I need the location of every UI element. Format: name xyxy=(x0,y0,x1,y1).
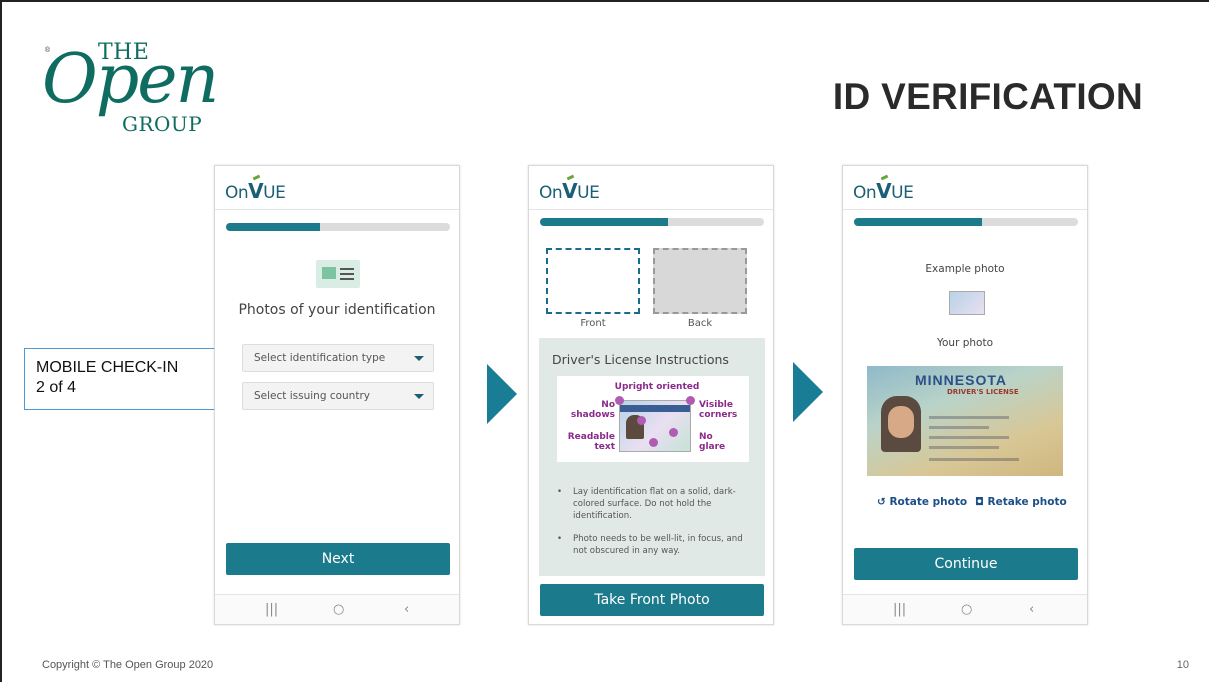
take-front-photo-button[interactable]: Take Front Photo xyxy=(540,584,764,616)
side-label-line1: MOBILE CHECK-IN xyxy=(36,359,179,376)
your-photo-label: Your photo xyxy=(936,337,994,349)
home-icon[interactable]: ○ xyxy=(333,602,344,617)
back-icon[interactable]: ‹ xyxy=(404,602,409,617)
back-label: Back xyxy=(687,318,713,329)
phone-screen-2: OnVUE Front Back Driver's License Instru… xyxy=(528,165,774,625)
progress-fill xyxy=(226,223,321,231)
instruction-item: Lay identification flat on a solid, dark… xyxy=(553,486,751,522)
android-nav-bar: ||| ○ ‹ xyxy=(215,594,459,624)
diagram-label-readable-text: Readable text xyxy=(567,432,615,452)
progress-fill xyxy=(540,218,668,226)
copyright-footer: Copyright © The Open Group 2020 xyxy=(42,659,214,671)
onvue-logo: OnVUE xyxy=(225,179,286,203)
diagram-label-no-glare: No glare xyxy=(699,432,726,452)
app-header: OnVUE xyxy=(215,166,459,210)
app-header: OnVUE xyxy=(843,166,1087,210)
marker-dot xyxy=(615,396,624,405)
recent-apps-icon[interactable]: ||| xyxy=(265,602,278,617)
marker-dot xyxy=(686,396,695,405)
continue-button[interactable]: Continue xyxy=(854,548,1078,580)
open-group-logo: ® Open THE GROUP xyxy=(40,38,230,143)
issuing-country-select[interactable]: Select issuing country xyxy=(242,382,434,410)
app-header: OnVUE xyxy=(529,166,773,210)
android-nav-bar: ||| ○ ‹ xyxy=(843,594,1087,624)
select-value: Select issuing country xyxy=(254,390,370,402)
camera-icon: ◘ xyxy=(975,496,984,508)
back-icon[interactable]: ‹ xyxy=(1029,602,1034,617)
recent-apps-icon[interactable]: ||| xyxy=(893,602,906,617)
progress-bar xyxy=(540,218,764,226)
instructions-panel: Driver's License Instructions Upright or… xyxy=(539,338,765,576)
instruction-list: Lay identification flat on a solid, dark… xyxy=(553,486,751,568)
marker-dot xyxy=(669,428,678,437)
mobile-checkin-label: MOBILE CHECK-IN 2 of 4 xyxy=(24,348,216,410)
screen-title: Photos of your identification xyxy=(238,302,436,318)
id-card-icon xyxy=(316,260,360,288)
onvue-logo: OnVUE xyxy=(853,179,914,203)
progress-bar xyxy=(854,218,1078,226)
marker-dot xyxy=(649,438,658,447)
captured-license-photo: MINNESOTA DRIVER'S LICENSE xyxy=(867,366,1063,476)
phone-screen-3: OnVUE Example photo Your photo MINNESOTA… xyxy=(842,165,1088,625)
diagram-label-upright: Upright oriented xyxy=(614,382,700,392)
chevron-down-icon xyxy=(414,356,424,361)
select-value: Select identification type xyxy=(254,352,386,364)
front-photo-slot[interactable] xyxy=(546,248,640,314)
slide: ® Open THE GROUP ID VERIFICATION MOBILE … xyxy=(0,0,1209,682)
instruction-item: Photo needs to be well-lit, in focus, an… xyxy=(553,533,751,557)
rotate-icon: ↺ xyxy=(877,496,886,508)
example-photo-label: Example photo xyxy=(925,263,1005,275)
side-label-line2: 2 of 4 xyxy=(36,379,77,396)
instructions-title: Driver's License Instructions xyxy=(552,352,729,367)
back-photo-slot[interactable] xyxy=(653,248,747,314)
onvue-logo: OnVUE xyxy=(539,179,600,203)
license-diagram: Upright oriented No shadows Visible corner… xyxy=(557,376,749,462)
next-button[interactable]: Next xyxy=(226,543,450,575)
license-state-text: MINNESOTA xyxy=(915,372,1007,388)
rotate-photo-button[interactable]: ↺ Rotate photo xyxy=(877,496,967,508)
slide-title: ID VERIFICATION xyxy=(832,76,1143,117)
progress-bar xyxy=(226,223,450,231)
phone-screen-1: OnVUE Photos of your identification Sele… xyxy=(214,165,460,625)
arrow-right-icon xyxy=(487,364,517,424)
front-label: Front xyxy=(580,318,606,329)
progress-fill xyxy=(854,218,982,226)
example-photo-thumbnail xyxy=(929,283,1005,321)
retake-photo-button[interactable]: ◘ Retake photo xyxy=(975,496,1067,508)
page-number: 10 xyxy=(1176,659,1189,671)
chevron-down-icon xyxy=(414,394,424,399)
logo-the-text: THE xyxy=(98,40,150,65)
license-type-text: DRIVER'S LICENSE xyxy=(947,388,1019,396)
identification-type-select[interactable]: Select identification type xyxy=(242,344,434,372)
logo-group-text: GROUP xyxy=(122,112,203,136)
marker-dot xyxy=(637,416,646,425)
arrow-right-icon xyxy=(793,362,823,422)
home-icon[interactable]: ○ xyxy=(961,602,972,617)
portrait xyxy=(881,396,921,452)
diagram-label-visible-corners: Visible corners xyxy=(699,400,738,420)
diagram-label-no-shadows: No shadows xyxy=(570,400,615,420)
